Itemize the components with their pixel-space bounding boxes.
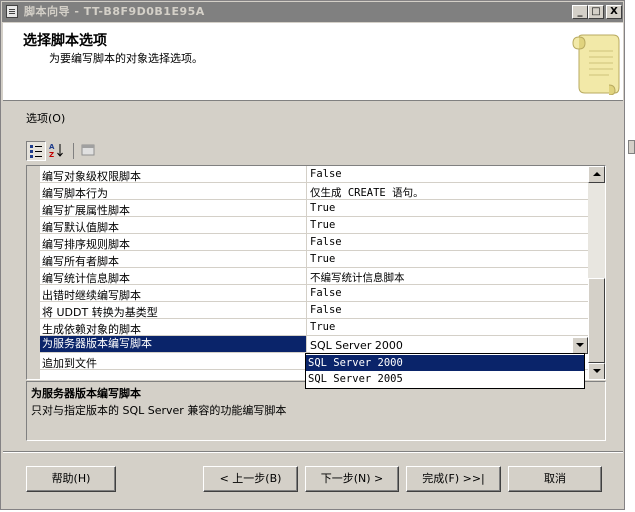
window-title: 脚本向导 - TT-B8F9D0B1E95A: [24, 5, 205, 18]
description-panel: 为服务器版本编写脚本 只对与指定版本的 SQL Server 兼容的功能编写脚本: [26, 381, 606, 441]
property-name: 编写扩展属性脚本: [42, 204, 130, 217]
options-label: 选项(O): [26, 112, 66, 125]
categorized-icon[interactable]: [26, 141, 46, 161]
title-bar[interactable]: 脚本向导 - TT-B8F9D0B1E95A _ □ X: [2, 2, 623, 22]
background-scrollbar: [628, 140, 635, 154]
property-row[interactable]: 编写对象级权限脚本 False: [40, 166, 588, 183]
property-value[interactable]: 仅生成 CREATE 语句。: [310, 185, 424, 200]
arrow-down-icon: [592, 369, 601, 373]
property-value[interactable]: True: [310, 253, 335, 265]
property-value[interactable]: True: [310, 202, 335, 214]
minimize-button[interactable]: _: [572, 5, 588, 19]
column-separator: [306, 302, 307, 318]
server-version-combo[interactable]: SQL Server 2000: [310, 337, 588, 354]
cancel-button[interactable]: 取消: [508, 466, 602, 492]
property-name: 生成依赖对象的脚本: [42, 323, 141, 336]
column-separator: [306, 268, 307, 284]
background-strip: [625, 0, 635, 512]
dropdown-option-sql2000[interactable]: SQL Server 2000: [306, 355, 584, 371]
page-subtitle: 为要编写脚本的对象选择选项。: [49, 52, 203, 65]
property-value[interactable]: 不编写统计信息脚本: [310, 270, 405, 285]
property-name: 编写统计信息脚本: [42, 272, 130, 285]
scroll-down-button[interactable]: [588, 363, 605, 379]
property-grid: 编写对象级权限脚本 False 编写脚本行为 仅生成 CREATE 语句。 编写扩展属性…: [26, 165, 606, 380]
property-row[interactable]: 编写所有者脚本 True: [40, 251, 588, 268]
column-separator: [306, 285, 307, 301]
arrow-up-icon: [592, 172, 601, 176]
close-button[interactable]: X: [606, 5, 622, 19]
footer-separator: [3, 451, 623, 453]
grid-vertical-scrollbar[interactable]: [588, 166, 605, 379]
property-name: 编写排序规则脚本: [42, 238, 130, 251]
property-row[interactable]: 编写默认值脚本 True: [40, 217, 588, 234]
server-version-value: SQL Server 2000: [310, 339, 403, 352]
script-wizard-window: 脚本向导 - TT-B8F9D0B1E95A _ □ X 选择脚本选项 为要编写…: [0, 0, 625, 510]
dropdown-option-sql2005[interactable]: SQL Server 2005: [306, 371, 584, 387]
description-title: 为服务器版本编写脚本: [31, 387, 141, 400]
finish-button[interactable]: 完成(F) >>|: [406, 466, 501, 492]
property-name: 编写所有者脚本: [42, 255, 119, 268]
combo-dropdown-button[interactable]: [572, 337, 588, 354]
back-button[interactable]: < 上一步(B): [203, 466, 298, 492]
grid-gutter: [27, 166, 40, 379]
property-name: 编写对象级权限脚本: [42, 170, 141, 183]
property-value[interactable]: False: [310, 236, 342, 248]
maximize-button[interactable]: □: [588, 5, 604, 19]
wizard-header: 选择脚本选项 为要编写脚本的对象选择选项。: [3, 23, 623, 101]
column-separator: [306, 251, 307, 267]
property-name: 将 UDDT 转换为基类型: [42, 306, 158, 319]
property-row[interactable]: 编写脚本行为 仅生成 CREATE 语句。: [40, 183, 588, 200]
property-row[interactable]: 出错时继续编写脚本 False: [40, 285, 588, 302]
svg-text:Z: Z: [49, 151, 54, 159]
svg-text:A: A: [49, 143, 55, 151]
server-version-dropdown-list[interactable]: SQL Server 2000 SQL Server 2005: [305, 353, 585, 389]
wizard-app-icon: [6, 5, 18, 18]
property-row[interactable]: 编写统计信息脚本 不编写统计信息脚本: [40, 268, 588, 285]
property-name: 为服务器版本编写脚本: [40, 336, 306, 352]
next-button[interactable]: 下一步(N) >: [305, 466, 399, 492]
property-value[interactable]: True: [310, 219, 335, 231]
column-separator: [306, 183, 307, 199]
column-separator: [306, 166, 307, 182]
property-row[interactable]: 生成依赖对象的脚本 True: [40, 319, 588, 336]
property-value[interactable]: True: [310, 321, 335, 333]
property-row[interactable]: 编写排序规则脚本 False: [40, 234, 588, 251]
description-text: 只对与指定版本的 SQL Server 兼容的功能编写脚本: [31, 404, 287, 417]
column-separator: [306, 200, 307, 216]
property-row[interactable]: 将 UDDT 转换为基类型 False: [40, 302, 588, 319]
property-name: 出错时继续编写脚本: [42, 289, 141, 302]
chevron-down-icon: [576, 343, 584, 347]
help-button[interactable]: 帮助(H): [26, 466, 116, 492]
property-pages-icon[interactable]: [79, 141, 99, 161]
column-separator: [306, 217, 307, 233]
sort-alphabetical-icon[interactable]: A Z: [47, 141, 67, 161]
property-name: 追加到文件: [42, 357, 97, 370]
property-value[interactable]: False: [310, 304, 342, 316]
page-title: 选择脚本选项: [23, 33, 107, 49]
property-name: 编写脚本行为: [42, 187, 108, 200]
column-separator: [306, 319, 307, 335]
property-value[interactable]: False: [310, 168, 342, 180]
column-separator: [306, 336, 307, 352]
scroll-up-button[interactable]: [588, 166, 605, 183]
property-row[interactable]: 编写扩展属性脚本 True: [40, 200, 588, 217]
property-value[interactable]: False: [310, 287, 342, 299]
property-name: 编写默认值脚本: [42, 221, 119, 234]
scroll-parchment-icon: [572, 34, 620, 95]
column-separator: [306, 234, 307, 250]
toolbar-separator: [73, 143, 74, 159]
scroll-thumb[interactable]: [588, 278, 605, 363]
